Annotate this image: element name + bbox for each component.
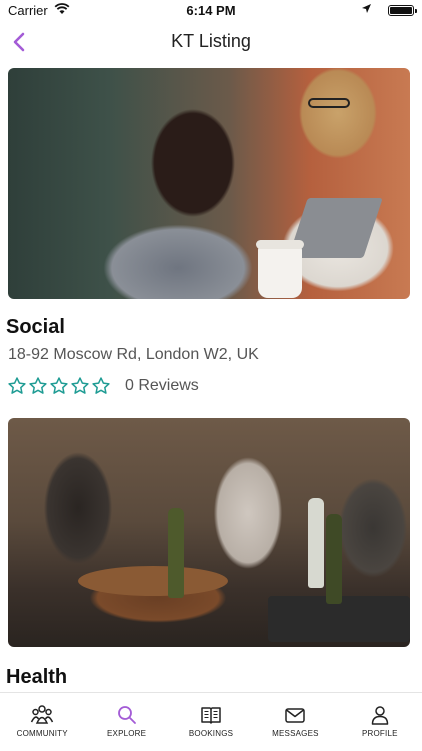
reviews-count: 0 Reviews <box>125 377 199 394</box>
laptop-shape <box>288 198 383 258</box>
tab-bookings[interactable]: BOOKINGS <box>169 693 253 751</box>
listing-address: 18-92 Moscow Rd, London W2, UK <box>8 346 259 363</box>
bottle-shape <box>326 514 342 604</box>
star-outline-icon <box>50 377 68 394</box>
tab-community[interactable]: COMMUNITY <box>0 693 84 751</box>
battery-icon <box>388 5 417 16</box>
star-outline-icon <box>71 377 89 394</box>
listing-scroll[interactable]: Social 18-92 Moscow Rd, London W2, UK 0 … <box>0 62 422 692</box>
tab-label: BOOKINGS <box>188 729 234 738</box>
envelope-icon <box>285 708 306 723</box>
clock: 6:14 PM <box>186 3 236 18</box>
location-arrow-icon <box>362 4 371 13</box>
community-icon <box>31 705 54 724</box>
bottle-shape <box>168 508 184 598</box>
star-outline-icon <box>92 377 110 394</box>
tab-bar: COMMUNITY EXPLORE BOOKINGS MESSAGES PROF… <box>0 692 422 751</box>
page-title: KT Listing <box>171 31 251 51</box>
listing-photo-social[interactable] <box>8 68 410 299</box>
star-outline-icon <box>29 377 47 394</box>
tab-label: EXPLORE <box>107 729 147 738</box>
rating-stars <box>7 376 111 396</box>
listing-photo-health[interactable] <box>8 418 410 647</box>
food-board-shape <box>78 566 228 596</box>
coffee-cup-shape <box>256 240 304 298</box>
listing-name[interactable]: Social <box>6 316 65 339</box>
tab-profile[interactable]: PROFILE <box>338 693 422 751</box>
tab-label: MESSAGES <box>272 729 319 738</box>
glasses-shape <box>308 98 350 108</box>
bottle-shape <box>308 498 324 588</box>
star-outline-icon <box>8 377 26 394</box>
navigation-bar: KT Listing <box>0 22 422 62</box>
tab-explore[interactable]: EXPLORE <box>84 693 168 751</box>
tab-label: PROFILE <box>362 729 398 738</box>
search-icon <box>117 706 136 724</box>
person-icon <box>371 706 389 725</box>
book-icon <box>201 707 221 724</box>
status-bar: Carrier 6:14 PM <box>0 0 422 22</box>
tab-messages[interactable]: MESSAGES <box>253 693 337 751</box>
tab-label: COMMUNITY <box>16 729 68 738</box>
listing-name[interactable]: Health <box>6 666 67 689</box>
